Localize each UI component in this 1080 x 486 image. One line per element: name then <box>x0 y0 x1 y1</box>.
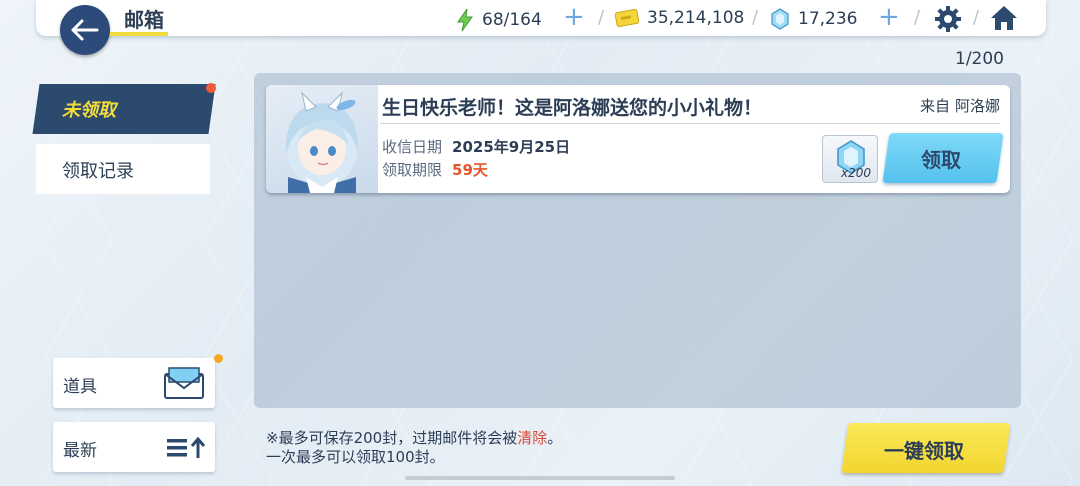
reward-quantity: x200 <box>840 166 871 180</box>
divider: / <box>598 7 605 28</box>
storage-note-highlight: 清除 <box>517 429 548 447</box>
mail-envelope-icon <box>164 367 204 399</box>
claim-button-label: 领取 <box>921 148 961 172</box>
gear-icon <box>935 6 961 32</box>
sender-avatar <box>266 85 378 193</box>
ap-counter: 68/164 <box>456 8 542 32</box>
arrow-left-icon <box>71 19 99 41</box>
claim-all-label: 一键领取 <box>884 439 964 463</box>
pyroxene-value: 17,236 <box>798 9 858 29</box>
page-title: 邮箱 <box>124 8 164 32</box>
sort-button[interactable]: 最新 <box>53 422 215 472</box>
mail-from-label: 来自 <box>919 97 950 115</box>
deadline-label: 领取期限 <box>382 161 443 179</box>
storage-note: ※最多可保存200封，过期邮件将会被清除。 <box>266 427 562 448</box>
credits-counter: 35,214,108 <box>615 8 744 28</box>
pyroxene-gem-icon <box>771 8 789 30</box>
mail-subject: 生日快乐老师！这是阿洛娜送您的小小礼物！ <box>382 97 763 119</box>
home-icon <box>991 6 1017 30</box>
received-date-row: 收信日期 2025年9月25日 <box>382 136 570 157</box>
divider: / <box>914 7 921 28</box>
credit-card-icon <box>615 9 639 27</box>
sort-ascending-icon <box>167 436 206 458</box>
home-button[interactable] <box>989 4 1019 36</box>
storage-note-text: ※最多可保存200封，过期邮件将会被 <box>266 429 518 447</box>
ap-value: 68/164 <box>482 10 542 30</box>
tab-history-label: 领取记录 <box>62 161 134 182</box>
mail-sender-name: 阿洛娜 <box>954 97 1000 115</box>
back-button[interactable] <box>60 5 110 55</box>
divider <box>380 123 1000 124</box>
received-date-value: 2025年9月25日 <box>452 138 571 156</box>
tab-unclaimed[interactable] <box>32 84 216 134</box>
add-ap-button[interactable]: + <box>563 4 585 30</box>
reward-item[interactable]: x200 <box>822 135 878 183</box>
deadline-row: 领取期限 59天 <box>382 159 488 180</box>
credits-value: 35,214,108 <box>647 8 745 28</box>
home-indicator <box>405 476 675 480</box>
tab-unclaimed-label: 未领取 <box>62 100 116 121</box>
claim-limit-note: 一次最多可以领取100封。 <box>266 448 445 466</box>
notification-dot <box>214 354 223 363</box>
divider: / <box>752 7 759 28</box>
sort-label: 最新 <box>63 441 97 461</box>
pyroxene-counter: 17,236 <box>770 8 857 30</box>
lightning-icon <box>457 8 473 32</box>
received-date-label: 收信日期 <box>382 138 443 156</box>
add-pyroxene-button[interactable]: + <box>878 4 900 30</box>
title-underline <box>110 32 168 36</box>
divider: / <box>973 7 980 28</box>
notification-dot <box>206 83 216 93</box>
category-filter-label: 道具 <box>63 377 97 397</box>
mail-count: 1/200 <box>955 49 1004 69</box>
category-filter-button[interactable]: 道具 <box>53 358 215 408</box>
storage-note-suffix: 。 <box>547 429 563 447</box>
deadline-value: 59天 <box>452 161 488 179</box>
settings-button[interactable] <box>934 5 962 37</box>
